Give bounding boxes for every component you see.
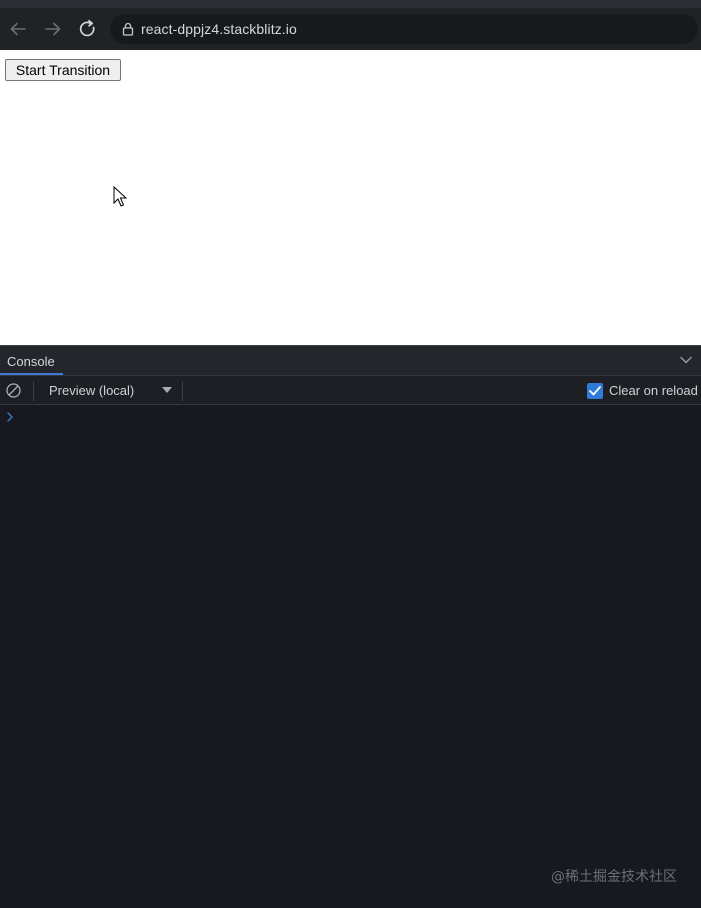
- context-select[interactable]: Preview (local): [49, 383, 134, 398]
- chevron-right-icon: [7, 412, 13, 422]
- back-button[interactable]: [6, 17, 30, 41]
- mouse-cursor-icon: [113, 186, 127, 207]
- address-bar[interactable]: react-dppjz4.stackblitz.io: [110, 14, 698, 44]
- watermark: @稀土掘金技术社区: [551, 869, 677, 885]
- window-top-strip: [0, 0, 701, 8]
- caret-down-icon[interactable]: [162, 387, 172, 393]
- toolbar-divider: [182, 381, 183, 401]
- browser-toolbar: react-dppjz4.stackblitz.io: [0, 8, 701, 50]
- preview-pane: Start Transition: [0, 50, 701, 345]
- clear-on-reload-label[interactable]: Clear on reload: [609, 383, 698, 398]
- console-panel-header: Console: [0, 345, 701, 375]
- tab-console[interactable]: Console: [0, 346, 63, 375]
- lock-icon: [122, 22, 134, 36]
- chevron-down-icon[interactable]: [680, 356, 692, 364]
- clear-on-reload-checkbox[interactable]: [587, 383, 603, 399]
- console-output[interactable]: @稀土掘金技术社区: [0, 405, 701, 908]
- arrow-left-icon: [10, 22, 26, 36]
- reload-icon: [79, 19, 95, 37]
- console-toolbar: Preview (local) Clear on reload: [0, 375, 701, 405]
- url-text: react-dppjz4.stackblitz.io: [141, 21, 297, 37]
- arrow-right-icon: [45, 22, 61, 36]
- checkmark-icon: [589, 386, 601, 396]
- start-transition-button[interactable]: Start Transition: [5, 59, 121, 81]
- clear-console-icon[interactable]: [5, 382, 22, 399]
- toolbar-divider: [33, 381, 34, 401]
- forward-button[interactable]: [41, 17, 65, 41]
- reload-button[interactable]: [76, 17, 100, 41]
